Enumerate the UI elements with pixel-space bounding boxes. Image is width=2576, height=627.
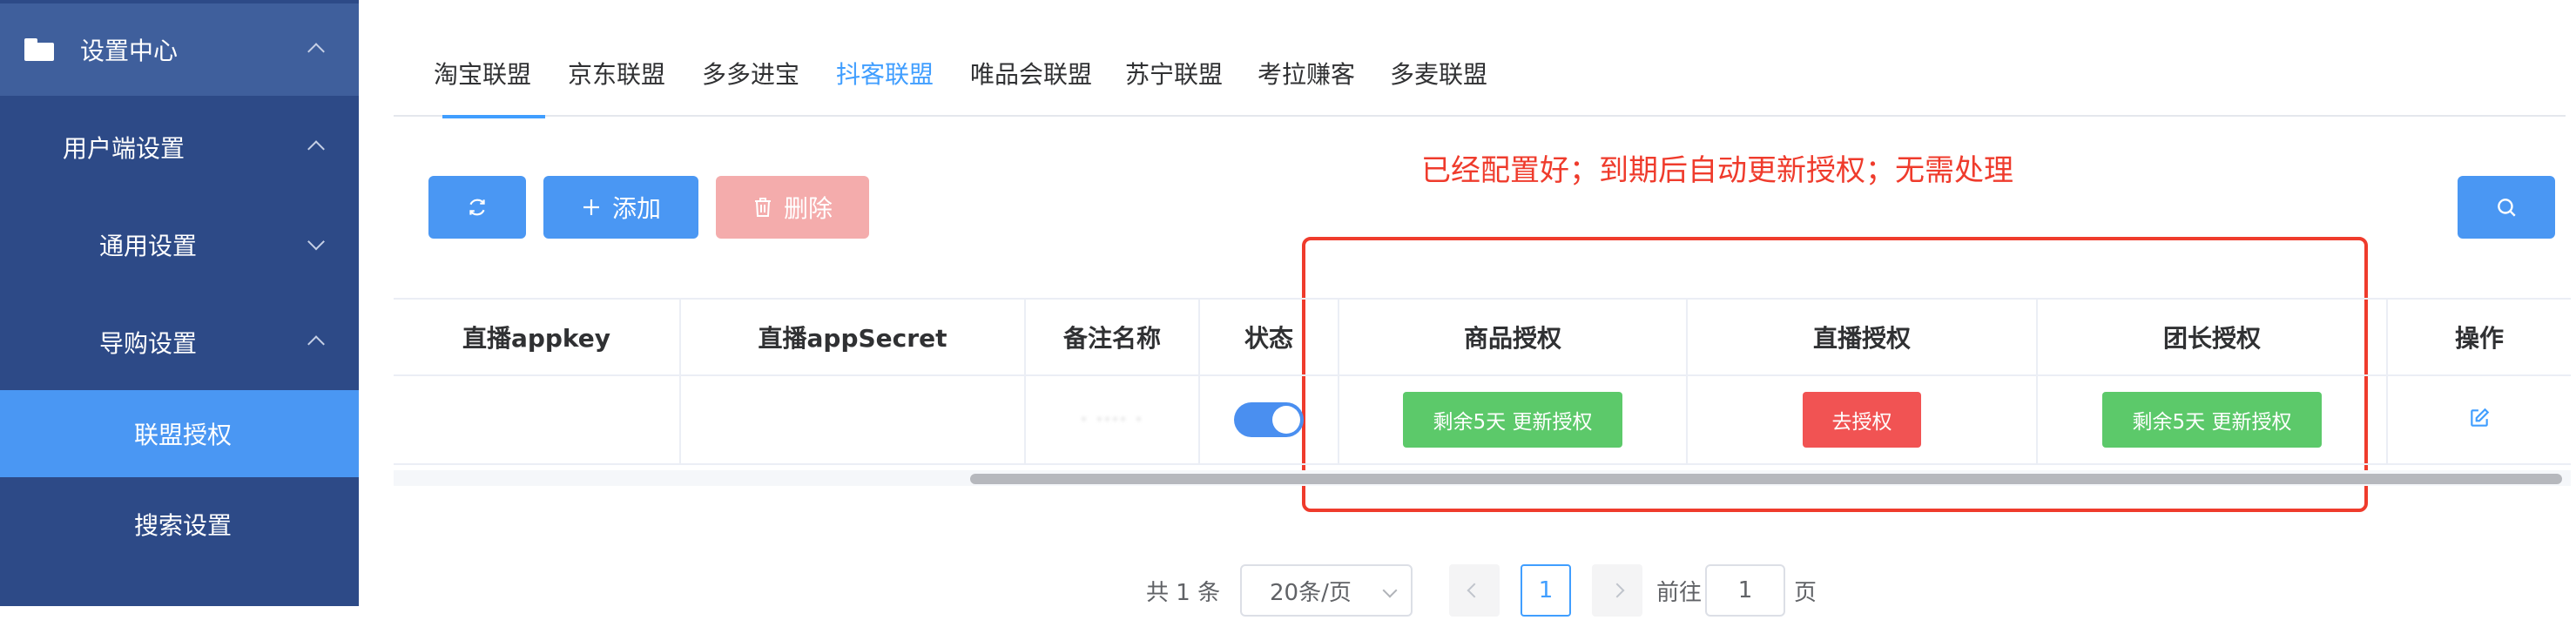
cell-appkey: [394, 376, 681, 463]
goto-page-input[interactable]: 1: [1705, 564, 1785, 617]
table-row: · ···· · 剩余5天 更新授权 去授权 剩余5天 更新授权: [394, 376, 2571, 465]
delete-button-label: 删除: [783, 194, 833, 223]
data-table: 直播appkey 直播appSecret 备注名称 状态 商品授权 直播授权 团…: [394, 298, 2571, 486]
sidebar-item-label: 导购设置: [99, 329, 198, 358]
cell-leader-auth: 剩余5天 更新授权: [2038, 376, 2388, 463]
page-unit-label: 页: [1794, 580, 1817, 606]
tab-divider: [394, 115, 2566, 117]
chevron-right-icon: [1609, 583, 1625, 598]
search-button[interactable]: [2458, 176, 2555, 239]
chevron-up-icon: [307, 140, 325, 158]
sidebar-item-search-settings[interactable]: 搜索设置: [0, 479, 359, 570]
trash-icon: [752, 196, 773, 219]
header-product-auth: 商品授权: [1339, 300, 1688, 374]
pagination-total: 共 1 条: [1146, 580, 1221, 606]
sidebar-item-union-auth[interactable]: 联盟授权: [0, 390, 359, 477]
tab-kaola[interactable]: 考拉赚客: [1258, 56, 1355, 91]
sidebar-item-label: 联盟授权: [134, 421, 233, 449]
chevron-down-icon: [1382, 583, 1398, 598]
tab-bar: 淘宝联盟 京东联盟 多多进宝 抖客联盟 唯品会联盟 苏宁联盟 考拉赚客 多麦联盟: [394, 49, 2566, 118]
tab-vip[interactable]: 唯品会联盟: [970, 56, 1092, 91]
sidebar-item-shopping-guide[interactable]: 导购设置: [0, 296, 359, 388]
sidebar-item-partial[interactable]: [0, 578, 359, 613]
page-size-select[interactable]: 20条/页: [1240, 564, 1413, 617]
cell-live-auth: 去授权: [1688, 376, 2038, 463]
plus-icon: [581, 197, 602, 218]
sidebar-item-user-settings[interactable]: 用户端设置: [0, 101, 359, 193]
chevron-left-icon: [1467, 583, 1482, 598]
chevron-down-icon: [307, 233, 325, 251]
leader-auth-update-button[interactable]: 剩余5天 更新授权: [2102, 392, 2322, 448]
tab-duomai[interactable]: 多麦联盟: [1390, 56, 1487, 91]
chevron-up-icon: [307, 335, 325, 353]
header-live-auth: 直播授权: [1688, 300, 2038, 374]
table-header: 直播appkey 直播appSecret 备注名称 状态 商品授权 直播授权 团…: [394, 298, 2571, 376]
header-appkey: 直播appkey: [394, 300, 681, 374]
tab-suning[interactable]: 苏宁联盟: [1125, 56, 1223, 91]
sidebar: 设置中心 用户端设置 通用设置 导购设置 联盟授权 搜索设置: [0, 0, 359, 606]
add-button-label: 添加: [611, 194, 661, 223]
header-status: 状态: [1200, 300, 1339, 374]
sidebar-item-settings-center[interactable]: 设置中心: [0, 3, 359, 96]
goto-label: 前往: [1656, 580, 1703, 606]
header-appsecret: 直播appSecret: [681, 300, 1026, 374]
next-page-button[interactable]: [1592, 564, 1642, 617]
edit-icon[interactable]: [2468, 407, 2491, 433]
annotation-text: 已经配置好；到期后自动更新授权；无需处理: [1421, 153, 2013, 188]
tab-pdd[interactable]: 多多进宝: [702, 56, 799, 91]
tab-taobao[interactable]: 淘宝联盟: [434, 56, 531, 91]
sidebar-item-general-settings[interactable]: 通用设置: [0, 199, 359, 291]
refresh-icon: [466, 196, 489, 219]
delete-button[interactable]: 删除: [716, 176, 869, 239]
sidebar-item-label: 设置中心: [80, 37, 179, 65]
sidebar-item-label: 通用设置: [99, 232, 198, 260]
refresh-button[interactable]: [428, 176, 526, 239]
header-remark: 备注名称: [1026, 300, 1200, 374]
chevron-up-icon: [307, 43, 325, 60]
blurred-remark-text: · ···· ·: [1081, 408, 1143, 431]
folder-icon: [24, 38, 54, 61]
cell-appsecret: [681, 376, 1026, 463]
cell-actions: [2388, 376, 2571, 463]
cell-status: [1200, 376, 1339, 463]
status-toggle[interactable]: [1234, 402, 1304, 437]
tab-jd[interactable]: 京东联盟: [568, 56, 665, 91]
search-icon: [2495, 196, 2518, 219]
scrollbar-thumb[interactable]: [970, 474, 2562, 484]
cell-remark: · ···· ·: [1026, 376, 1200, 463]
prev-page-button[interactable]: [1449, 564, 1500, 617]
product-auth-update-button[interactable]: 剩余5天 更新授权: [1403, 392, 1622, 448]
header-actions: 操作: [2454, 324, 2504, 353]
sidebar-item-label: 搜索设置: [134, 511, 233, 540]
add-button[interactable]: 添加: [543, 176, 698, 239]
cell-product-auth: 剩余5天 更新授权: [1339, 376, 1688, 463]
live-auth-button[interactable]: 去授权: [1803, 392, 1921, 448]
page-number-current[interactable]: 1: [1521, 564, 1571, 617]
page-size-value: 20条/页: [1270, 579, 1352, 606]
header-leader-auth: 团长授权: [2038, 300, 2388, 374]
active-tab-indicator: [442, 115, 545, 118]
sidebar-item-label: 用户端设置: [63, 134, 185, 163]
horizontal-scrollbar[interactable]: [394, 470, 2571, 486]
tab-douke[interactable]: 抖客联盟: [836, 56, 934, 91]
